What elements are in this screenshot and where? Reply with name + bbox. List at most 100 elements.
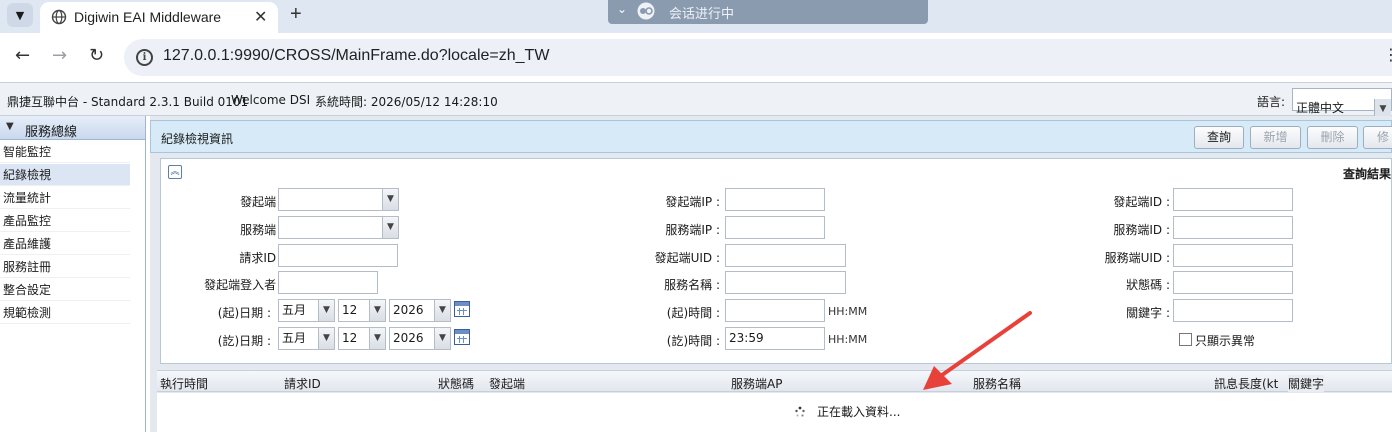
- address-bar[interactable]: i 127.0.0.1:9990/CROSS/MainFrame.do?loca…: [124, 39, 1392, 76]
- end-time-hint: HH:MM: [828, 333, 868, 346]
- only-errors-checkbox[interactable]: [1179, 333, 1192, 346]
- chevron-down-icon[interactable]: ▼: [6, 121, 14, 132]
- column-service-ap[interactable]: 服務端AP: [731, 375, 782, 392]
- start-day-value: 12: [342, 303, 358, 317]
- chevron-down-icon[interactable]: ▼: [318, 328, 334, 349]
- language-select[interactable]: 正體中文 ▼: [1292, 88, 1392, 120]
- page-title: 紀錄檢視資訊: [161, 132, 234, 146]
- service-id-input[interactable]: [1173, 216, 1293, 239]
- grid-header: 執行時間 請求ID 狀態碼 發起端 服務端AP 服務名稱 訊息長度(kt 關鍵字: [157, 370, 1392, 392]
- end-time-input[interactable]: 23:59: [725, 327, 825, 350]
- column-keyword[interactable]: 關鍵字: [1288, 375, 1325, 392]
- chevron-down-icon[interactable]: ▼: [369, 300, 385, 321]
- app-header: 鼎捷互聯中台 - Standard 2.3.1 Build 0101 Welco…: [0, 82, 1392, 120]
- collapse-up-icon[interactable]: ︽: [168, 165, 182, 179]
- query-button[interactable]: 查詢: [1194, 126, 1244, 149]
- sidebar-header[interactable]: ▼ 服務總線: [0, 116, 145, 140]
- end-month-value: 五月: [282, 331, 307, 345]
- add-button[interactable]: 新增: [1250, 126, 1301, 149]
- delete-button[interactable]: 刪除: [1307, 126, 1358, 149]
- sidebar-item-traffic-stats[interactable]: 流量統計: [0, 187, 130, 209]
- service-side-select[interactable]: ▼: [278, 216, 399, 239]
- status-code-label: 狀態碼 :: [1126, 278, 1170, 292]
- chevron-down-icon[interactable]: ▼: [369, 328, 385, 349]
- end-month-select[interactable]: 五月 ▼: [278, 327, 335, 350]
- loading-spinner-icon: [795, 406, 805, 417]
- browser-menu-icon[interactable]: ⋮: [1383, 45, 1392, 64]
- initiator-select[interactable]: ▼: [278, 188, 399, 211]
- chevron-down-icon[interactable]: ▼: [382, 189, 398, 210]
- chevron-down-icon[interactable]: ▼: [434, 328, 450, 349]
- tab-search-button[interactable]: ▼: [7, 3, 33, 27]
- initiator-ip-input[interactable]: [725, 188, 825, 211]
- browser-tab[interactable]: Digiwin EAI Middleware ✕: [40, 2, 278, 33]
- end-year-select[interactable]: 2026 ▼: [389, 327, 451, 350]
- calendar-icon[interactable]: [454, 301, 470, 317]
- grid-body: 正在載入資料...: [157, 393, 1392, 432]
- column-exec-time[interactable]: 執行時間: [160, 375, 208, 392]
- initiator-login-input[interactable]: [278, 271, 378, 294]
- browser-toolbar: ← → ↻ i 127.0.0.1:9990/CROSS/MainFrame.d…: [0, 33, 1392, 82]
- language-label: 語言:: [1257, 95, 1286, 109]
- service-uid-input[interactable]: [1173, 244, 1293, 267]
- sidebar-item-log-view[interactable]: 紀錄檢視: [0, 164, 130, 186]
- chevron-down-icon[interactable]: ▼: [434, 300, 450, 321]
- column-message-length[interactable]: 訊息長度(kt: [1214, 375, 1278, 392]
- start-time-input[interactable]: [725, 299, 825, 322]
- sidebar-item-product-maintenance[interactable]: 產品維護: [0, 233, 130, 255]
- service-ip-input[interactable]: [725, 216, 825, 239]
- chevron-down-icon[interactable]: ⌄: [617, 2, 627, 16]
- initiator-ip-label: 發起端IP :: [665, 195, 720, 209]
- reload-icon[interactable]: ↻: [89, 45, 104, 66]
- chevron-down-icon[interactable]: ▼: [318, 300, 334, 321]
- url-text[interactable]: 127.0.0.1:9990/CROSS/MainFrame.do?locale…: [163, 47, 549, 65]
- initiator-uid-label: 發起端UID :: [654, 251, 720, 265]
- system-time: 系統時間: 2026/05/12 14:28:10: [315, 95, 498, 109]
- sidebar-item-service-registration[interactable]: 服務註冊: [0, 256, 130, 278]
- service-id-label: 服務端ID :: [1113, 223, 1170, 237]
- session-status-text: 会话进行中: [669, 7, 735, 22]
- service-name-input[interactable]: [725, 271, 846, 294]
- chevron-down-icon: ▼: [15, 8, 25, 22]
- start-year-value: 2026: [393, 303, 424, 317]
- remote-session-icon: [637, 2, 655, 20]
- site-info-icon[interactable]: i: [136, 49, 153, 66]
- keyword-input[interactable]: [1173, 299, 1293, 322]
- new-tab-plus-icon[interactable]: +: [290, 3, 302, 26]
- panel-header: 紀錄檢視資訊 查詢 新增 刪除 修: [150, 120, 1392, 153]
- sidebar-item-product-monitor[interactable]: 產品監控: [0, 210, 130, 232]
- end-day-select[interactable]: 12 ▼: [338, 327, 386, 350]
- chevron-down-icon[interactable]: ▼: [382, 217, 398, 238]
- initiator-id-input[interactable]: [1173, 188, 1293, 211]
- start-month-select[interactable]: 五月 ▼: [278, 299, 335, 322]
- sidebar-item-integration-settings[interactable]: 整合設定: [0, 279, 130, 301]
- only-errors-label: 只顯示異常: [1195, 334, 1256, 348]
- end-year-value: 2026: [393, 331, 424, 345]
- service-uid-label: 服務端UID :: [1104, 251, 1170, 265]
- initiator-login-label: 發起端登入者 :: [204, 278, 284, 292]
- start-year-select[interactable]: 2026 ▼: [389, 299, 451, 322]
- start-time-label: (起)時間 :: [666, 306, 720, 320]
- column-service-name[interactable]: 服務名稱: [973, 375, 1021, 392]
- close-icon[interactable]: ✕: [254, 7, 267, 26]
- column-initiator[interactable]: 發起端: [489, 375, 525, 392]
- start-date-label: (起)日期 :: [217, 306, 271, 320]
- service-name-label: 服務名稱 :: [664, 278, 720, 292]
- calendar-icon[interactable]: [454, 329, 470, 345]
- back-arrow-icon[interactable]: ←: [15, 45, 30, 66]
- start-day-select[interactable]: 12 ▼: [338, 299, 386, 322]
- sidebar-item-smart-monitor[interactable]: 智能監控: [0, 141, 130, 163]
- forward-arrow-icon[interactable]: →: [52, 45, 67, 66]
- language-select-value: 正體中文: [1296, 101, 1345, 115]
- keyword-label: 關鍵字 :: [1126, 306, 1170, 320]
- modify-button[interactable]: 修: [1363, 126, 1392, 149]
- initiator-uid-input[interactable]: [725, 244, 846, 267]
- column-status-code[interactable]: 狀態碼: [438, 375, 474, 392]
- end-time-label: (訖)時間 :: [666, 334, 720, 348]
- column-request-id[interactable]: 請求ID: [284, 375, 321, 392]
- sidebar-item-spec-check[interactable]: 規範檢測: [0, 302, 130, 324]
- start-time-hint: HH:MM: [828, 305, 868, 318]
- session-banner[interactable]: ⌄ 会话进行中: [608, 0, 928, 24]
- status-code-input[interactable]: [1173, 271, 1293, 294]
- request-id-input[interactable]: [278, 244, 398, 267]
